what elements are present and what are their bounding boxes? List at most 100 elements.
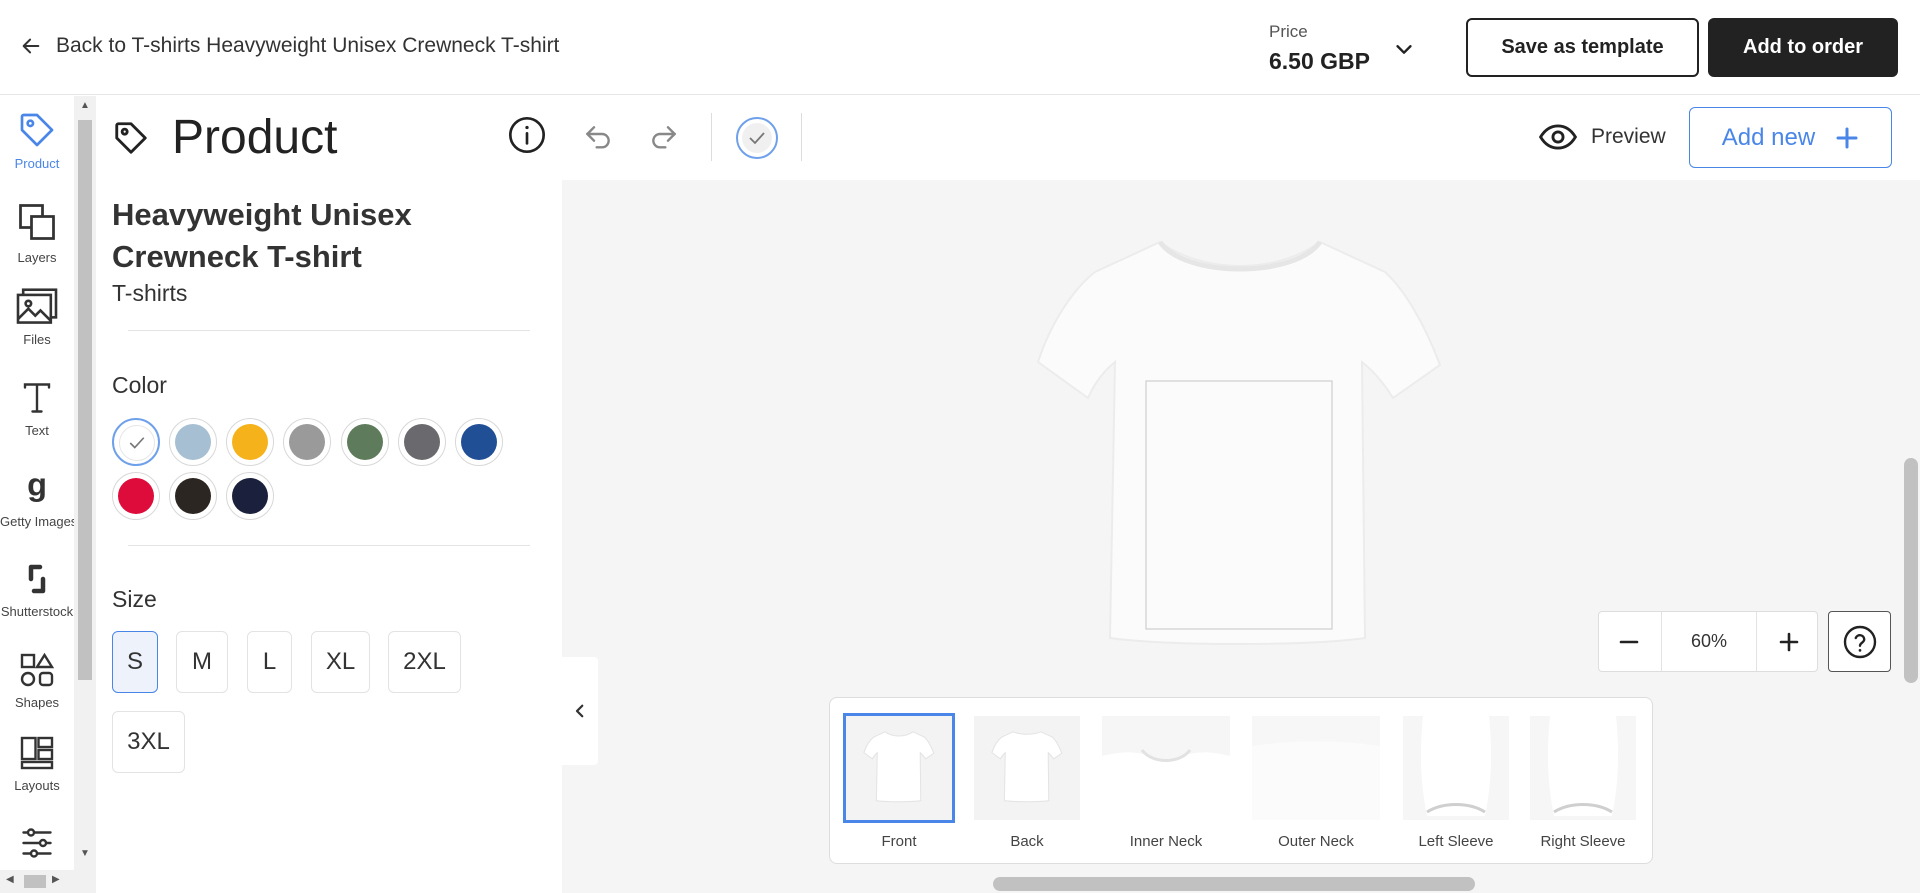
sidebar-item-label: Layers: [17, 250, 57, 265]
add-to-order-button[interactable]: Add to order: [1708, 18, 1898, 77]
view-thumbnail: [974, 716, 1080, 820]
scrollbar-thumb[interactable]: [24, 875, 46, 888]
eye-icon: [1539, 124, 1577, 150]
chevron-left-icon: [575, 704, 584, 718]
view-label: Outer Neck: [1278, 833, 1354, 850]
preview-label: Preview: [1591, 125, 1666, 148]
color-dot: [347, 424, 383, 460]
view-label: Inner Neck: [1129, 833, 1203, 850]
color-swatch-black[interactable]: [169, 472, 217, 520]
color-dot: [232, 478, 268, 514]
zoom-in-button[interactable]: [1759, 612, 1819, 671]
right-sleeve-thumbnail-icon: [1530, 716, 1636, 820]
view-selector: Front Back Inner Neck Outer Neck Left Sl…: [829, 697, 1653, 864]
size-option-xl[interactable]: XL: [311, 631, 370, 693]
color-swatch-military-green[interactable]: [341, 418, 389, 466]
color-swatch-light-blue[interactable]: [169, 418, 217, 466]
sidebar-item-shutterstock[interactable]: Shutterstock: [0, 560, 74, 619]
shapes-icon: [20, 652, 55, 687]
price-display: Price 6.50 GBP: [1269, 22, 1370, 75]
sidebar-item-product[interactable]: Product: [0, 110, 74, 171]
minus-icon: [1619, 640, 1639, 643]
scroll-left-icon[interactable]: ◀: [6, 874, 14, 885]
scrollbar-thumb[interactable]: [78, 120, 92, 680]
color-dot: [175, 478, 211, 514]
save-as-template-button[interactable]: Save as template: [1466, 18, 1699, 77]
left-sleeve-thumbnail-icon: [1403, 716, 1509, 820]
sidebar-item-label: Getty Images: [0, 514, 74, 529]
product-designer: Back to T-shirts Heavyweight Unisex Crew…: [0, 0, 1920, 893]
toolbar-divider: [711, 113, 712, 161]
sidebar-item-layers[interactable]: Layers: [0, 200, 74, 265]
color-swatch-navy[interactable]: [226, 472, 274, 520]
view-label: Right Sleeve: [1540, 833, 1626, 850]
add-new-button[interactable]: Add new: [1689, 107, 1892, 168]
view-inner-neck[interactable]: Inner Neck: [1102, 716, 1230, 850]
scroll-up-icon[interactable]: ▲: [80, 100, 90, 111]
text-icon: [23, 383, 51, 413]
preview-button[interactable]: Preview: [1539, 124, 1666, 150]
question-icon: [1843, 625, 1876, 658]
size-option-l[interactable]: L: [247, 631, 292, 693]
plus-icon: [1836, 127, 1858, 148]
sidebar-item-files[interactable]: Files: [0, 288, 74, 347]
redo-icon[interactable]: [648, 122, 680, 154]
sidebar-item-adjustments[interactable]: [0, 824, 74, 868]
view-outer-neck[interactable]: Outer Neck: [1252, 716, 1380, 850]
price-label: Price: [1269, 22, 1308, 41]
collapse-panel-button[interactable]: [562, 657, 598, 765]
size-option-2xl[interactable]: 2XL: [388, 631, 461, 693]
tag-icon: [20, 113, 54, 147]
view-right-sleeve[interactable]: Right Sleeve: [1530, 716, 1636, 850]
view-back[interactable]: Back: [974, 716, 1080, 850]
color-dot: [175, 424, 211, 460]
sidebar-item-shapes[interactable]: Shapes: [0, 651, 74, 710]
scroll-right-icon[interactable]: ▶: [52, 874, 60, 885]
back-link[interactable]: Back to T-shirts Heavyweight Unisex Crew…: [20, 34, 559, 58]
view-thumbnail: [1403, 716, 1509, 820]
size-option-3xl[interactable]: 3XL: [112, 711, 185, 773]
color-dot: [232, 424, 268, 460]
sidebar-item-label: Layouts: [14, 778, 60, 793]
view-thumbnail: [1530, 716, 1636, 820]
size-option-m[interactable]: M: [176, 631, 228, 693]
scroll-down-icon[interactable]: ▼: [80, 848, 90, 859]
undo-icon[interactable]: [582, 122, 614, 154]
top-bar: Back to T-shirts Heavyweight Unisex Crew…: [0, 0, 1920, 95]
help-button[interactable]: [1828, 611, 1891, 672]
size-option-s[interactable]: S: [112, 631, 158, 693]
sidebar-item-getty-images[interactable]: g Getty Images: [0, 470, 74, 529]
color-swatch-red[interactable]: [112, 472, 160, 520]
zoom-level: 60%: [1661, 612, 1757, 671]
layouts-icon: [20, 736, 54, 770]
view-front[interactable]: Front: [843, 713, 955, 850]
zoom-out-button[interactable]: [1599, 612, 1659, 671]
sidebar-horizontal-scrollbar[interactable]: ◀ ▶: [0, 870, 74, 893]
color-dot: [118, 478, 154, 514]
price-value: 6.50 GBP: [1269, 48, 1370, 74]
divider: [128, 330, 530, 331]
color-swatch-heather-grey[interactable]: [283, 418, 331, 466]
view-label: Left Sleeve: [1418, 833, 1494, 850]
chevron-down-icon[interactable]: [1393, 38, 1415, 60]
color-swatch-white[interactable]: [112, 418, 160, 466]
canvas-vertical-scrollbar[interactable]: [1904, 458, 1918, 683]
color-dot: [289, 424, 325, 460]
color-swatch-gold[interactable]: [226, 418, 274, 466]
sidebar-item-text[interactable]: Text: [0, 379, 74, 438]
sidebar-item-layouts[interactable]: Layouts: [0, 734, 74, 793]
canvas-horizontal-scrollbar[interactable]: [993, 877, 1475, 891]
sidebar-scrollbar[interactable]: ▲ ▼: [74, 96, 96, 893]
sliders-icon: [22, 828, 52, 858]
view-thumbnail: [1102, 716, 1230, 820]
tag-icon: [115, 121, 147, 154]
product-name: Heavyweight Unisex Crewneck T-shirt: [112, 197, 412, 274]
svg-text:g: g: [27, 470, 47, 502]
color-swatch-royal-blue[interactable]: [455, 418, 503, 466]
color-dot: [404, 424, 440, 460]
color-swatch-charcoal[interactable]: [398, 418, 446, 466]
info-icon[interactable]: [507, 115, 547, 155]
view-left-sleeve[interactable]: Left Sleeve: [1403, 716, 1509, 850]
add-new-label: Add new: [1721, 123, 1816, 151]
current-color-icon[interactable]: [735, 116, 779, 160]
